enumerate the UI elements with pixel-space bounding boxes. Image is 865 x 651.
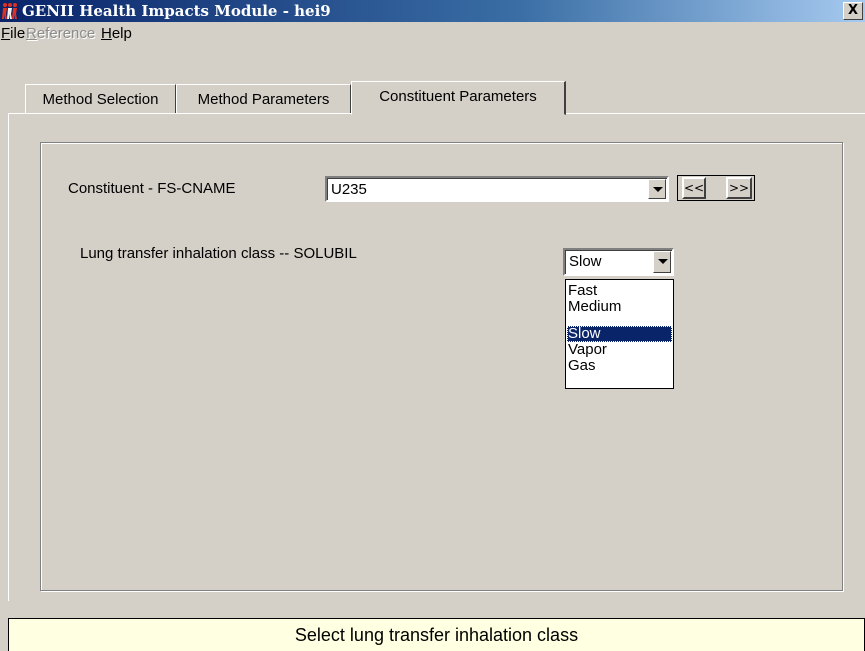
lung-class-value: Slow: [569, 253, 602, 270]
genii-figures-icon: [1, 2, 19, 20]
next-constituent-button[interactable]: >>: [726, 177, 752, 199]
lung-class-combobox[interactable]: Slow: [563, 248, 674, 276]
menu-file-rest: ile: [10, 25, 26, 42]
menu-file[interactable]: File: [1, 25, 25, 42]
menu-reference-mnemonic: R: [26, 25, 37, 42]
option-slow[interactable]: Slow: [567, 326, 672, 342]
option-medium[interactable]: Medium: [567, 299, 672, 315]
menu-help-rest: elp: [111, 25, 132, 42]
tab-method-selection[interactable]: Method Selection: [25, 84, 176, 114]
option-vapor[interactable]: Vapor: [567, 342, 672, 358]
tab-constituent-parameters[interactable]: Constituent Parameters: [351, 81, 566, 115]
lung-class-dropdown-button[interactable]: [653, 251, 671, 273]
lung-class-label: Lung transfer inhalation class -- SOLUBI…: [80, 245, 357, 262]
title-bar: GENII Health Impacts Module - hei9 X: [0, 0, 865, 22]
option-fast[interactable]: Fast: [567, 283, 672, 299]
menu-help-mnemonic: H: [101, 25, 112, 42]
status-bar: Select lung transfer inhalation class: [8, 618, 865, 651]
window-title: GENII Health Impacts Module - hei9: [22, 2, 331, 20]
tab-method-parameters[interactable]: Method Parameters: [176, 84, 351, 114]
menu-reference[interactable]: Reference: [26, 25, 95, 42]
constituent-value: U235: [331, 181, 367, 198]
menu-reference-rest: eference: [36, 25, 96, 42]
menu-file-mnemonic: F: [1, 25, 11, 42]
constituent-dropdown-button[interactable]: [648, 179, 666, 199]
status-message: Select lung transfer inhalation class: [294, 625, 579, 645]
menu-bar: File Reference Help: [0, 22, 865, 48]
option-gas[interactable]: Gas: [567, 358, 672, 374]
lung-class-dropdown-list[interactable]: Fast Medium Slow Vapor Gas: [565, 279, 674, 389]
parameters-group: [40, 142, 843, 591]
menu-help[interactable]: Help: [101, 25, 132, 42]
close-button[interactable]: X: [843, 2, 863, 20]
constituent-label: Constituent - FS-CNAME: [68, 180, 236, 197]
previous-constituent-button[interactable]: <<: [682, 177, 706, 199]
constituent-combobox[interactable]: U235: [325, 176, 669, 202]
